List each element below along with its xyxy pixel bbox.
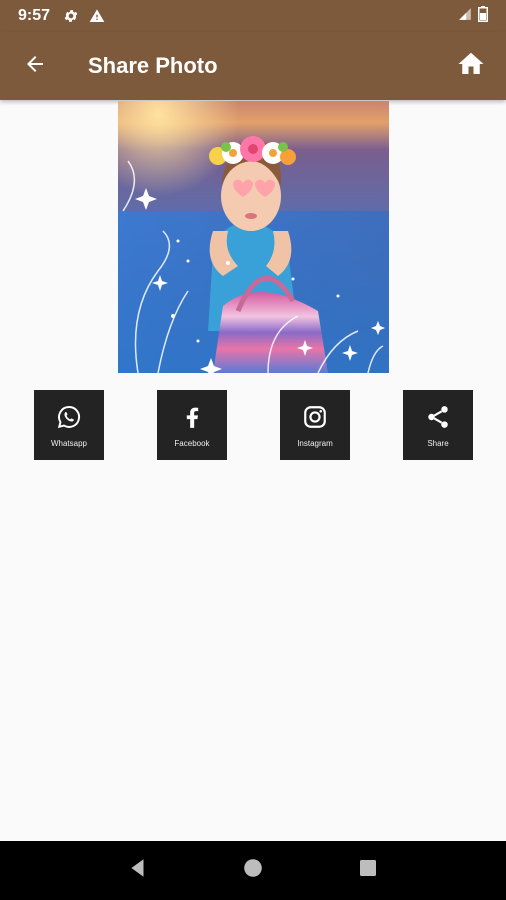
facebook-share-button[interactable]: Facebook <box>157 390 227 460</box>
signal-icon <box>458 7 472 26</box>
share-buttons-row: Whatsapp Facebook Instagram Share <box>34 390 473 460</box>
settings-icon <box>62 7 80 25</box>
system-nav-bar <box>0 841 506 900</box>
back-button[interactable] <box>0 32 70 100</box>
facebook-label: Facebook <box>174 438 210 448</box>
edited-photo <box>118 101 389 373</box>
status-time: 9:57 <box>18 7 51 24</box>
status-bar: 9:57 <box>0 0 506 32</box>
nav-back-button[interactable] <box>118 851 158 891</box>
whatsapp-share-button[interactable]: Whatsapp <box>34 390 104 460</box>
share-label: Share <box>427 438 449 448</box>
page-title: Share Photo <box>88 53 218 78</box>
nav-recents-button[interactable] <box>348 851 388 891</box>
warning-icon <box>88 7 106 25</box>
recents-square-icon <box>358 858 378 883</box>
share-photo-screen: 9:57 Share Photo Whatsapp Facebook Insta… <box>0 0 506 900</box>
instagram-share-button[interactable]: Instagram <box>280 390 350 460</box>
arrow-back-icon <box>23 52 47 81</box>
home-button[interactable] <box>436 32 506 100</box>
back-triangle-icon <box>127 857 149 884</box>
instagram-icon <box>301 403 329 431</box>
whatsapp-label: Whatsapp <box>50 438 88 448</box>
app-bar: Share Photo <box>0 32 506 100</box>
home-circle-icon <box>242 857 264 884</box>
status-right-icons <box>458 5 488 27</box>
facebook-icon <box>178 403 206 431</box>
instagram-label: Instagram <box>297 438 333 448</box>
generic-share-button[interactable]: Share <box>403 390 473 460</box>
share-icon <box>424 403 452 431</box>
whatsapp-icon <box>55 403 83 431</box>
nav-home-button[interactable] <box>233 851 273 891</box>
battery-icon <box>478 5 488 27</box>
home-icon <box>456 49 486 84</box>
